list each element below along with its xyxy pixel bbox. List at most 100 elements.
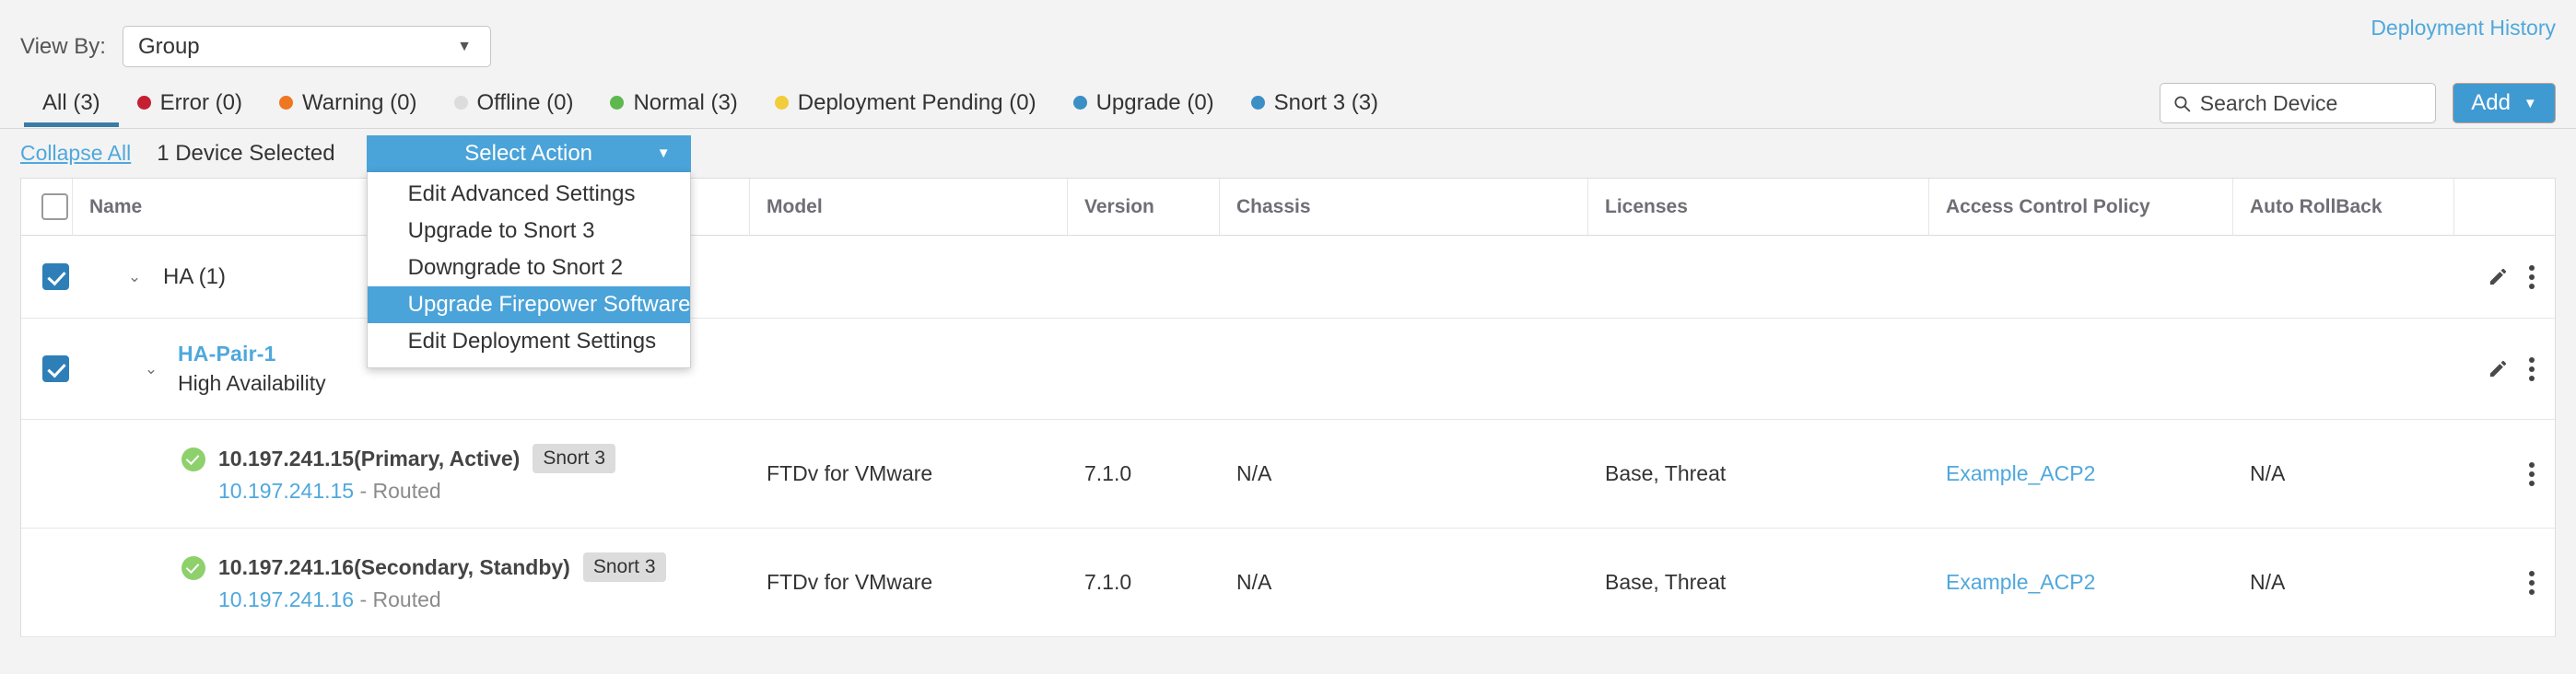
collapse-all-link[interactable]: Collapse All — [20, 141, 131, 166]
device-actions-cell — [2454, 420, 2555, 528]
device-rollback-cell: N/A — [2250, 461, 2286, 485]
column-header-label: Access Control Policy — [1946, 195, 2150, 217]
snort-version-badge: Snort 3 — [533, 444, 616, 473]
device-version-cell: 7.1.0 — [1084, 570, 1132, 594]
snort-version-badge: Snort 3 — [582, 552, 666, 582]
normal-status-check-icon — [181, 556, 205, 580]
column-header-label: Model — [767, 195, 823, 217]
tab-offline-label: Offline (0) — [476, 89, 574, 115]
search-device-box[interactable] — [2160, 83, 2436, 123]
column-header-label: Auto RollBack — [2250, 195, 2383, 217]
column-header-label: Name — [89, 195, 143, 217]
menu-item-downgrade-to-snort-2[interactable]: Downgrade to Snort 2 — [368, 250, 690, 286]
pair-model-cell — [750, 319, 1068, 419]
view-by-select[interactable]: Group ▼ — [122, 26, 491, 67]
normal-status-check-icon — [181, 447, 205, 471]
group-acp-cell — [1929, 236, 2233, 318]
deployment-history-link[interactable]: Deployment History — [2371, 16, 2556, 41]
pair-row-checkbox[interactable] — [41, 355, 69, 382]
column-header-auto-rollback[interactable]: Auto RollBack — [2233, 179, 2454, 235]
view-by-label: View By: — [20, 33, 106, 59]
access-control-policy-link[interactable]: Example_ACP2 — [1946, 461, 2095, 486]
tab-error[interactable]: Error (0) — [119, 78, 261, 127]
ha-pair-name-link[interactable]: HA-Pair-1 — [178, 342, 326, 366]
menu-item-label: Downgrade to Snort 2 — [407, 254, 624, 280]
device-mode: - Routed — [354, 479, 441, 503]
pair-acp-cell — [1929, 319, 2233, 419]
more-options-kebab-icon[interactable] — [2529, 356, 2535, 381]
device-licenses-cell: Base, Threat — [1605, 461, 1727, 485]
group-checkbox-cell — [21, 236, 73, 318]
tab-error-label: Error (0) — [159, 89, 243, 115]
group-title: HA (1) — [163, 263, 227, 289]
add-button[interactable]: Add ▼ — [2453, 83, 2556, 123]
snort3-status-dot-icon — [1250, 96, 1265, 110]
column-header-access-control-policy[interactable]: Access Control Policy — [1929, 179, 2233, 235]
more-options-kebab-icon[interactable] — [2529, 264, 2535, 289]
pair-chassis-cell — [1220, 319, 1588, 419]
tab-normal-label: Normal (3) — [633, 89, 738, 115]
menu-item-label: Edit Deployment Settings — [407, 328, 657, 354]
tab-all[interactable]: All (3) — [24, 78, 119, 127]
status-tab-bar: All (3) Error (0) Warning (0) Offline (0… — [0, 78, 2576, 129]
group-actions-cell — [2454, 236, 2555, 318]
column-header-chassis[interactable]: Chassis — [1220, 179, 1588, 235]
search-input[interactable] — [2199, 90, 2422, 116]
group-licenses-cell — [1588, 236, 1929, 318]
chevron-down-icon: ▼ — [656, 145, 671, 161]
tab-deployment-pending[interactable]: Deployment Pending (0) — [756, 78, 1055, 127]
table-row-device-secondary: 10.197.241.16(Secondary, Standby) Snort … — [21, 529, 2555, 637]
edit-pencil-icon[interactable] — [2488, 266, 2509, 287]
chevron-down-icon[interactable]: ⌄ — [123, 268, 146, 286]
menu-item-edit-advanced-settings[interactable]: Edit Advanced Settings — [368, 176, 690, 213]
normal-status-dot-icon — [610, 96, 625, 110]
tab-offline[interactable]: Offline (0) — [436, 78, 592, 127]
chevron-down-icon: ▼ — [457, 38, 472, 54]
column-header-licenses[interactable]: Licenses — [1588, 179, 1929, 235]
column-header-label: Licenses — [1605, 195, 1688, 217]
menu-item-upgrade-firepower-software[interactable]: Upgrade Firepower Software — [367, 285, 690, 323]
device-title: 10.197.241.16(Secondary, Standby) — [218, 554, 570, 579]
column-header-model[interactable]: Model — [750, 179, 1068, 235]
device-acp-cell: Example_ACP2 — [1929, 529, 2233, 636]
tab-snort3[interactable]: Snort 3 (3) — [1233, 78, 1397, 127]
edit-pencil-icon[interactable] — [2488, 358, 2509, 379]
error-status-dot-icon — [136, 96, 151, 110]
pair-actions-cell — [2454, 319, 2555, 419]
device-chassis-cell: N/A — [1236, 570, 1272, 594]
access-control-policy-link[interactable]: Example_ACP2 — [1946, 570, 2095, 595]
more-options-kebab-icon[interactable] — [2529, 570, 2535, 595]
column-header-version[interactable]: Version — [1068, 179, 1220, 235]
menu-item-label: Edit Advanced Settings — [407, 180, 636, 206]
more-options-kebab-icon[interactable] — [2529, 461, 2535, 486]
view-by-control: View By: Group ▼ — [20, 26, 491, 67]
tab-upgrade[interactable]: Upgrade (0) — [1055, 78, 1233, 127]
device-mode: - Routed — [354, 587, 441, 611]
device-model-cell: FTDv for VMware — [767, 461, 933, 485]
chevron-down-icon[interactable]: ⌄ — [139, 360, 163, 378]
chevron-down-icon: ▼ — [2523, 95, 2537, 111]
tab-warning[interactable]: Warning (0) — [261, 78, 435, 127]
menu-item-edit-deployment-settings[interactable]: Edit Deployment Settings — [368, 323, 690, 360]
select-all-checkbox[interactable] — [41, 193, 68, 220]
pair-rollback-cell — [2233, 319, 2454, 419]
warning-status-dot-icon — [279, 96, 294, 110]
action-bar: Collapse All 1 Device Selected Select Ac… — [0, 129, 2576, 368]
offline-status-dot-icon — [453, 96, 468, 110]
add-button-label: Add — [2471, 90, 2511, 115]
upgrade-status-dot-icon — [1072, 96, 1087, 110]
column-header-actions — [2454, 179, 2555, 235]
device-model-cell: FTDv for VMware — [767, 570, 933, 594]
tab-normal[interactable]: Normal (3) — [591, 78, 755, 127]
device-chassis-cell: N/A — [1236, 461, 1272, 485]
select-action-dropdown: Select Action ▼ Edit Advanced Settings U… — [366, 134, 691, 368]
tab-deployment-pending-label: Deployment Pending (0) — [797, 89, 1036, 115]
device-name-cell: 10.197.241.15(Primary, Active) Snort 3 1… — [73, 420, 750, 528]
select-action-button[interactable]: Select Action ▼ — [366, 134, 691, 172]
group-row-checkbox[interactable] — [41, 263, 69, 290]
device-ip-link[interactable]: 10.197.241.15 — [218, 479, 354, 503]
menu-item-upgrade-to-snort-3[interactable]: Upgrade to Snort 3 — [368, 213, 690, 250]
device-actions-cell — [2454, 529, 2555, 636]
select-action-label: Select Action — [464, 140, 593, 166]
device-ip-link[interactable]: 10.197.241.16 — [218, 587, 354, 611]
